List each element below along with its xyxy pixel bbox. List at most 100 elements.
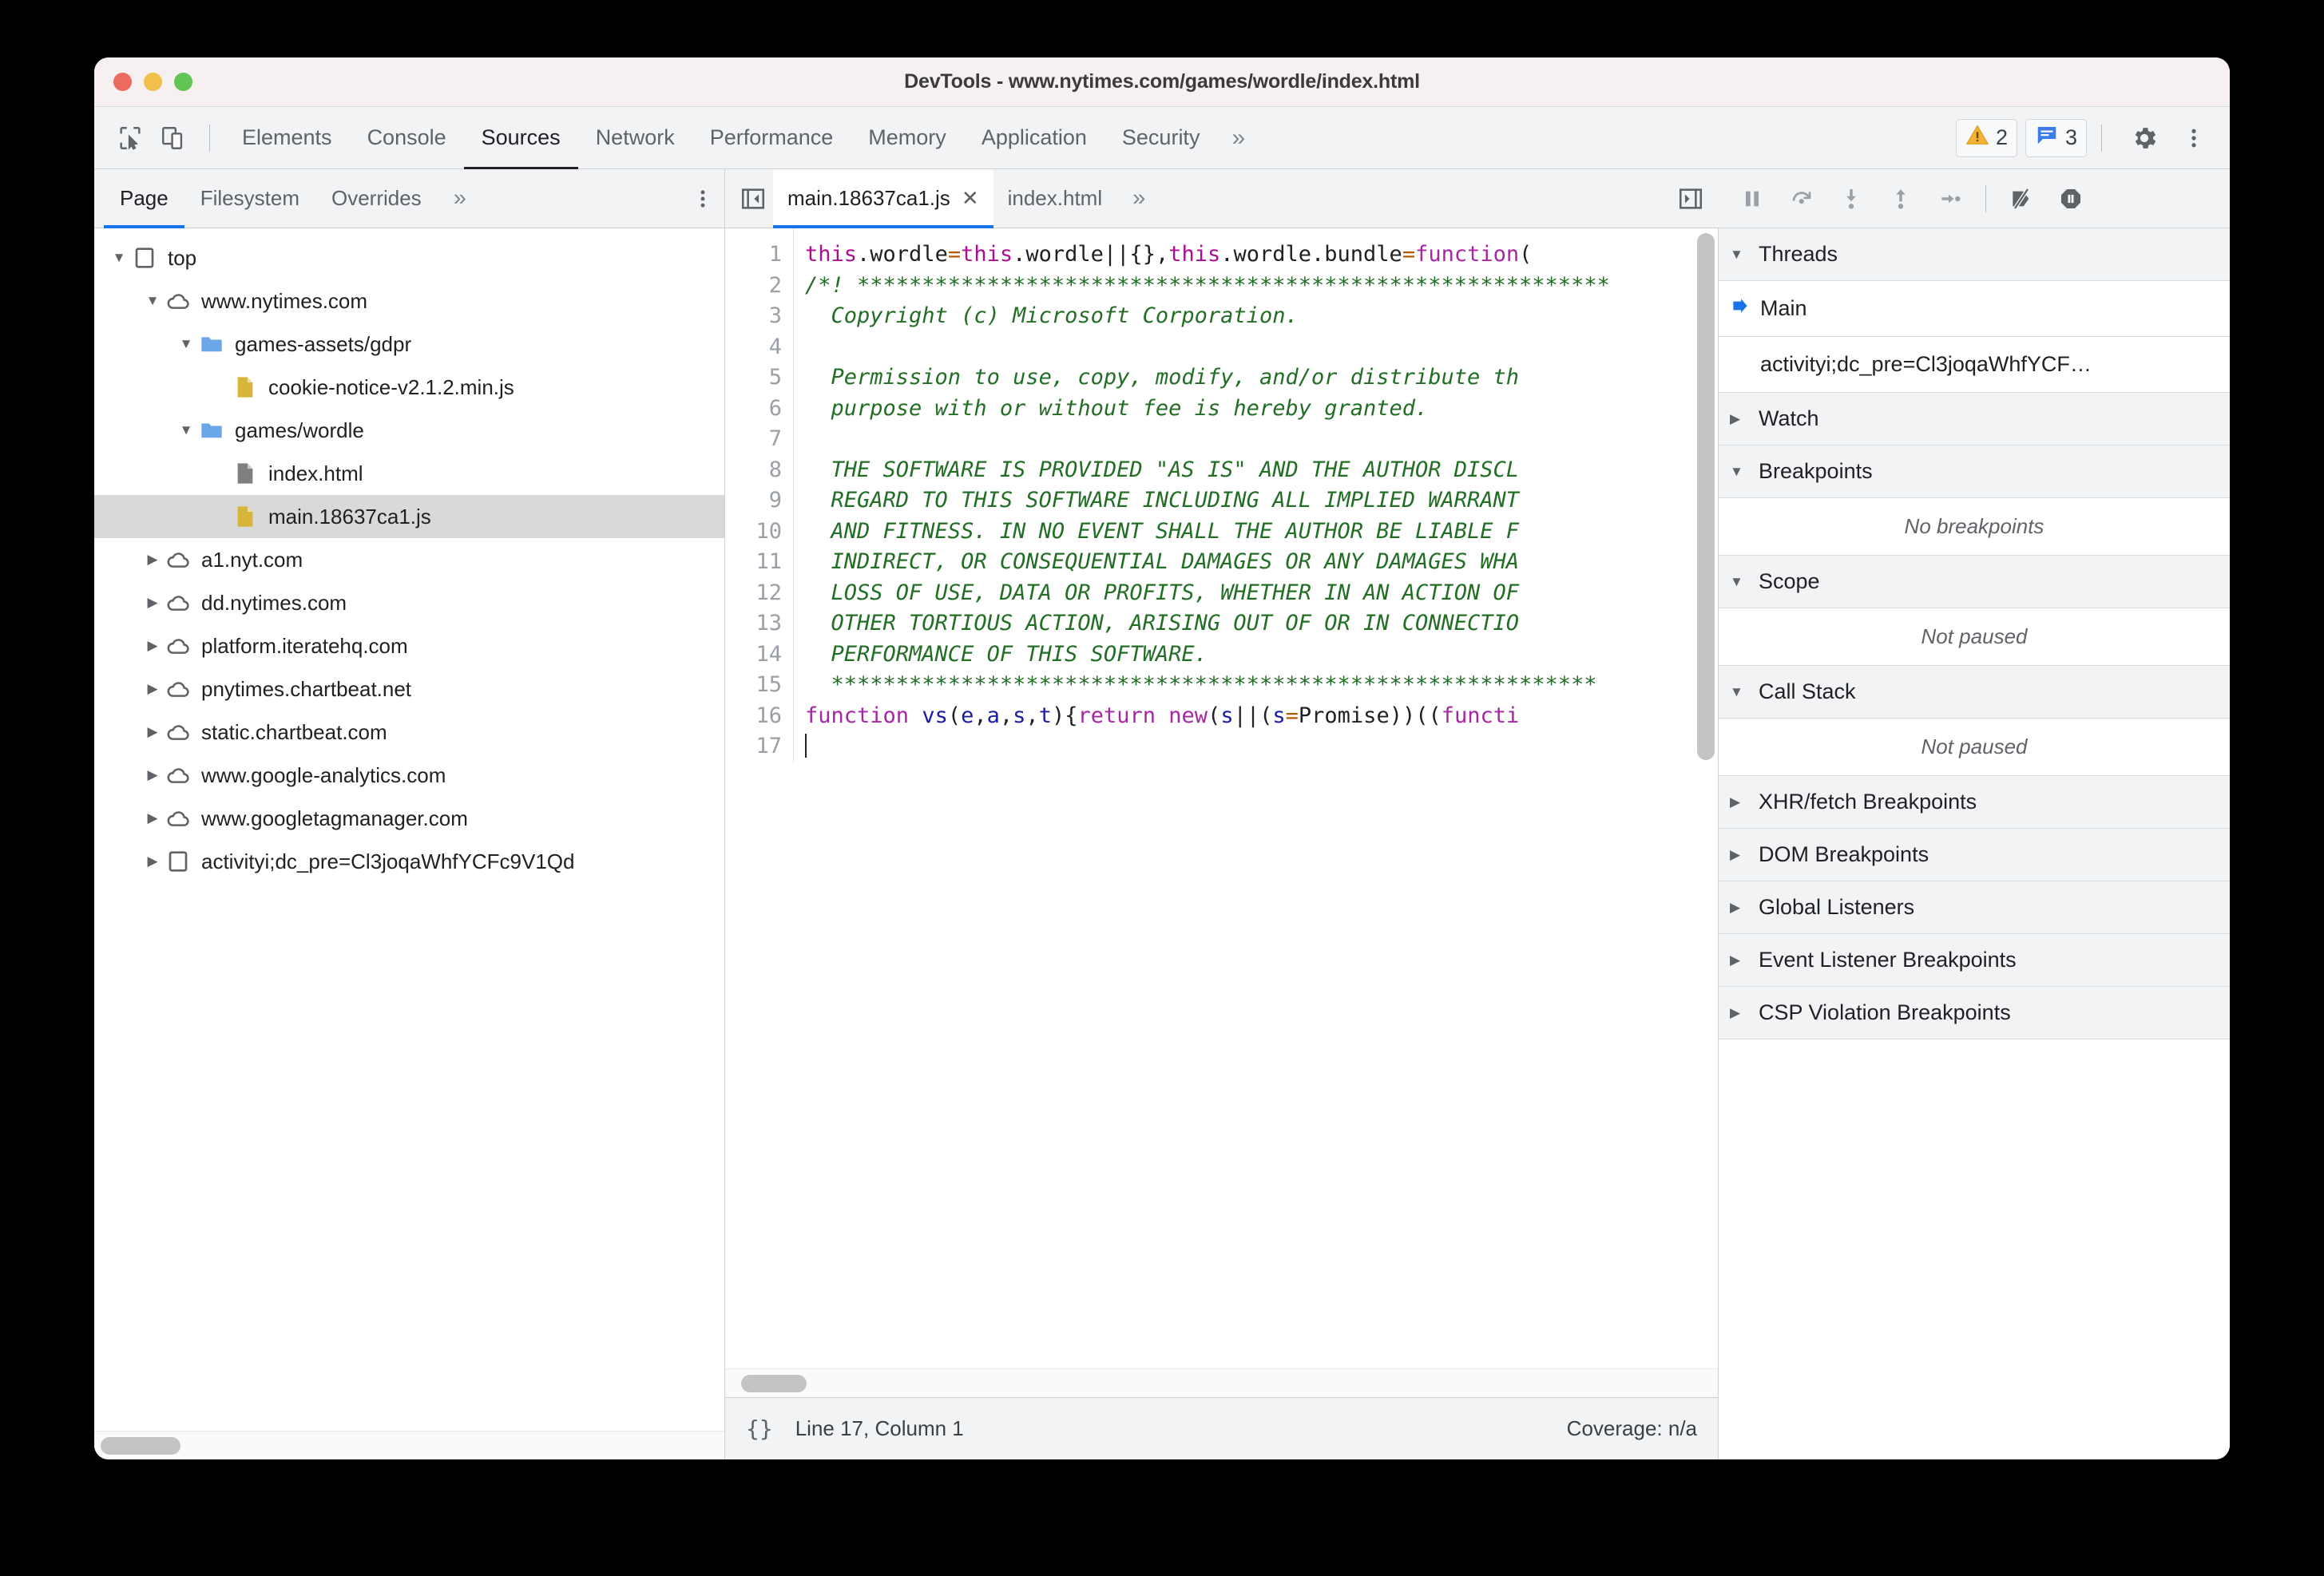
pretty-print-button[interactable]: {} — [746, 1416, 773, 1442]
file-tree-row[interactable]: ▼ games-assets/gdpr — [94, 323, 724, 366]
tab-network[interactable]: Network — [578, 107, 692, 169]
code-line[interactable]: /*! ************************************… — [805, 271, 1718, 302]
device-toolbar-icon[interactable] — [152, 117, 195, 160]
debugger-pane-header[interactable]: ▶ Event Listener Breakpoints — [1719, 934, 2230, 987]
navigator-more-tabs-button[interactable]: » — [438, 169, 482, 228]
file-tree-row[interactable]: ▼ top — [94, 236, 724, 279]
twisty-collapsed-icon[interactable]: ▶ — [1730, 1005, 1751, 1021]
code-editor[interactable]: 1 2 3 4 5 6 7 8 9 10 11 12 13 14 15 16 17 this.wordle=th… — [725, 228, 1719, 1368]
code-line[interactable]: Permission to use, copy, modify, and/or … — [805, 362, 1718, 394]
twisty-collapsed-icon[interactable]: ▶ — [1730, 794, 1751, 810]
twisty-collapsed-icon[interactable]: ▶ — [142, 724, 163, 740]
show-navigator-icon[interactable] — [733, 179, 773, 219]
code-line[interactable]: Copyright (c) Microsoft Corporation. — [805, 301, 1718, 332]
code-line[interactable]: this.wordle=this.wordle||{},this.wordle.… — [805, 240, 1718, 271]
debugger-pane-header[interactable]: ▶ Global Listeners — [1719, 881, 2230, 934]
debugger-pane-header[interactable]: ▶ XHR/fetch Breakpoints — [1719, 776, 2230, 829]
navigator-kebab-menu-icon[interactable] — [681, 177, 724, 220]
tab-performance[interactable]: Performance — [692, 107, 851, 169]
twisty-expanded-icon[interactable]: ▼ — [1730, 684, 1751, 700]
file-tree-row[interactable]: ▶ static.chartbeat.com — [94, 711, 724, 754]
tab-console[interactable]: Console — [350, 107, 464, 169]
kebab-menu-icon[interactable] — [2172, 117, 2215, 160]
tab-application[interactable]: Application — [964, 107, 1104, 169]
editor-horizontal-scrollbar[interactable] — [725, 1368, 1719, 1397]
file-tree-row[interactable]: index.html — [94, 452, 724, 495]
step-icon[interactable] — [1928, 176, 1973, 221]
thread-row[interactable]: Main — [1719, 281, 2230, 337]
debugger-pane-header[interactable]: ▶ DOM Breakpoints — [1719, 829, 2230, 881]
code-line[interactable]: THE SOFTWARE IS PROVIDED "AS IS" AND THE… — [805, 455, 1718, 486]
debugger-pane-header[interactable]: ▼ Breakpoints — [1719, 445, 2230, 498]
twisty-collapsed-icon[interactable]: ▶ — [1730, 900, 1751, 916]
debugger-pane-header[interactable]: ▼ Threads — [1719, 228, 2230, 281]
file-tree-row[interactable]: ▶ platform.iteratehq.com — [94, 624, 724, 667]
twisty-collapsed-icon[interactable]: ▶ — [142, 853, 163, 869]
code-line[interactable] — [805, 424, 1718, 455]
twisty-expanded-icon[interactable]: ▼ — [109, 250, 129, 266]
file-tree-row[interactable]: main.18637ca1.js — [94, 495, 724, 538]
navigator-tab-overrides[interactable]: Overrides — [315, 169, 438, 228]
deactivate-breakpoints-icon[interactable] — [1999, 176, 2044, 221]
twisty-collapsed-icon[interactable]: ▶ — [1730, 411, 1751, 427]
file-tree-row[interactable]: ▶ www.googletagmanager.com — [94, 797, 724, 840]
debugger-pane-header[interactable]: ▶ CSP Violation Breakpoints — [1719, 987, 2230, 1039]
debugger-pane-header[interactable]: ▶ Watch — [1719, 393, 2230, 445]
tab-sources[interactable]: Sources — [464, 107, 578, 169]
code-line[interactable]: LOSS OF USE, DATA OR PROFITS, WHETHER IN… — [805, 578, 1718, 609]
code-line[interactable]: REGARD TO THIS SOFTWARE INCLUDING ALL IM… — [805, 485, 1718, 517]
warning-count-badge[interactable]: 2 — [1955, 118, 2017, 157]
twisty-expanded-icon[interactable]: ▼ — [176, 336, 196, 352]
scrollbar-thumb[interactable] — [101, 1437, 180, 1455]
twisty-collapsed-icon[interactable]: ▶ — [142, 810, 163, 826]
code-lines[interactable]: this.wordle=this.wordle||{},this.wordle.… — [794, 228, 1718, 762]
tab-elements[interactable]: Elements — [224, 107, 350, 169]
step-into-icon[interactable] — [1829, 176, 1874, 221]
scrollbar-thumb[interactable] — [741, 1375, 807, 1392]
navigator-tab-page[interactable]: Page — [104, 169, 184, 228]
file-tree-row[interactable]: ▼ games/wordle — [94, 409, 724, 452]
file-tree[interactable]: ▼ top ▼ www.nytimes.com ▼ games-assets/gdpr co… — [94, 228, 724, 1431]
file-tree-row[interactable]: ▶ a1.nyt.com — [94, 538, 724, 581]
show-debugger-icon[interactable] — [1671, 179, 1711, 219]
step-over-icon[interactable] — [1779, 176, 1824, 221]
code-line[interactable]: AND FITNESS. IN NO EVENT SHALL THE AUTHO… — [805, 517, 1718, 548]
twisty-collapsed-icon[interactable]: ▶ — [1730, 847, 1751, 863]
more-tabs-button[interactable]: » — [1217, 107, 1259, 169]
close-icon[interactable]: ✕ — [962, 186, 979, 211]
debugger-pane-header[interactable]: ▼ Scope — [1719, 556, 2230, 608]
navigator-tab-filesystem[interactable]: Filesystem — [184, 169, 315, 228]
twisty-expanded-icon[interactable]: ▼ — [176, 422, 196, 438]
message-count-badge[interactable]: 3 — [2025, 118, 2087, 157]
code-line[interactable]: INDIRECT, OR CONSEQUENTIAL DAMAGES OR AN… — [805, 547, 1718, 578]
editor-tab-main-js[interactable]: main.18637ca1.js ✕ — [773, 168, 993, 228]
file-tree-row[interactable]: cookie-notice-v2.1.2.min.js — [94, 366, 724, 409]
code-line[interactable]: function vs(e,a,s,t){return new(s||(s=Pr… — [805, 701, 1718, 732]
twisty-collapsed-icon[interactable]: ▶ — [1730, 952, 1751, 968]
code-line[interactable] — [805, 731, 1718, 762]
code-line[interactable]: OTHER TORTIOUS ACTION, ARISING OUT OF OR… — [805, 608, 1718, 640]
resume-script-execution-button[interactable] — [1730, 176, 1775, 221]
gear-icon[interactable] — [2123, 117, 2166, 160]
code-line[interactable] — [805, 332, 1718, 363]
scrollbar-thumb[interactable] — [1697, 233, 1715, 760]
code-line[interactable]: PERFORMANCE OF THIS SOFTWARE. — [805, 640, 1718, 671]
editor-more-tabs-button[interactable]: » — [1116, 169, 1161, 228]
twisty-collapsed-icon[interactable]: ▶ — [142, 681, 163, 697]
file-tree-row[interactable]: ▶ activityi;dc_pre=Cl3joqaWhfYCFc9V1Qd — [94, 840, 724, 883]
file-tree-row[interactable]: ▶ pnytimes.chartbeat.net — [94, 667, 724, 711]
twisty-expanded-icon[interactable]: ▼ — [1730, 247, 1751, 263]
twisty-collapsed-icon[interactable]: ▶ — [142, 595, 163, 611]
thread-row[interactable]: activityi;dc_pre=Cl3joqaWhfYCF… — [1719, 337, 2230, 393]
pause-on-exceptions-icon[interactable] — [2048, 176, 2093, 221]
twisty-collapsed-icon[interactable]: ▶ — [142, 767, 163, 783]
step-out-icon[interactable] — [1878, 176, 1923, 221]
file-tree-row[interactable]: ▶ dd.nytimes.com — [94, 581, 724, 624]
inspect-cursor-icon[interactable] — [109, 117, 152, 160]
editor-vertical-scrollbar[interactable] — [1697, 233, 1715, 1329]
twisty-expanded-icon[interactable]: ▼ — [1730, 464, 1751, 480]
twisty-collapsed-icon[interactable]: ▶ — [142, 552, 163, 568]
code-line[interactable]: purpose with or without fee is hereby gr… — [805, 394, 1718, 425]
tab-memory[interactable]: Memory — [851, 107, 964, 169]
file-tree-row[interactable]: ▼ www.nytimes.com — [94, 279, 724, 323]
